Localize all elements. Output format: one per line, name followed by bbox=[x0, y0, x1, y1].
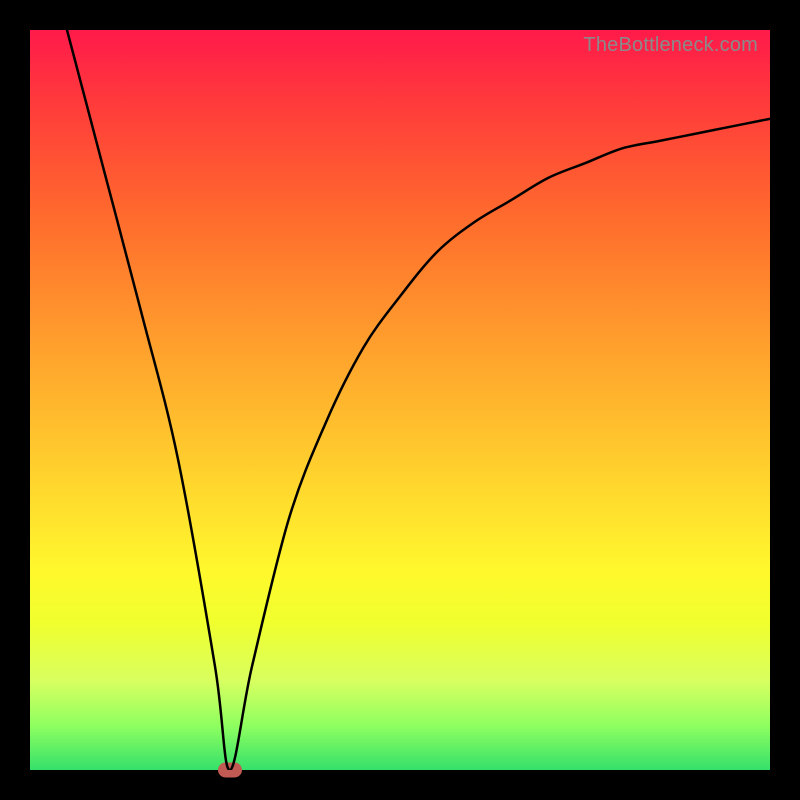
watermark-text: TheBottleneck.com bbox=[583, 34, 758, 57]
chart-plot-area: TheBottleneck.com bbox=[30, 30, 770, 770]
bottleneck-curve bbox=[30, 30, 770, 770]
